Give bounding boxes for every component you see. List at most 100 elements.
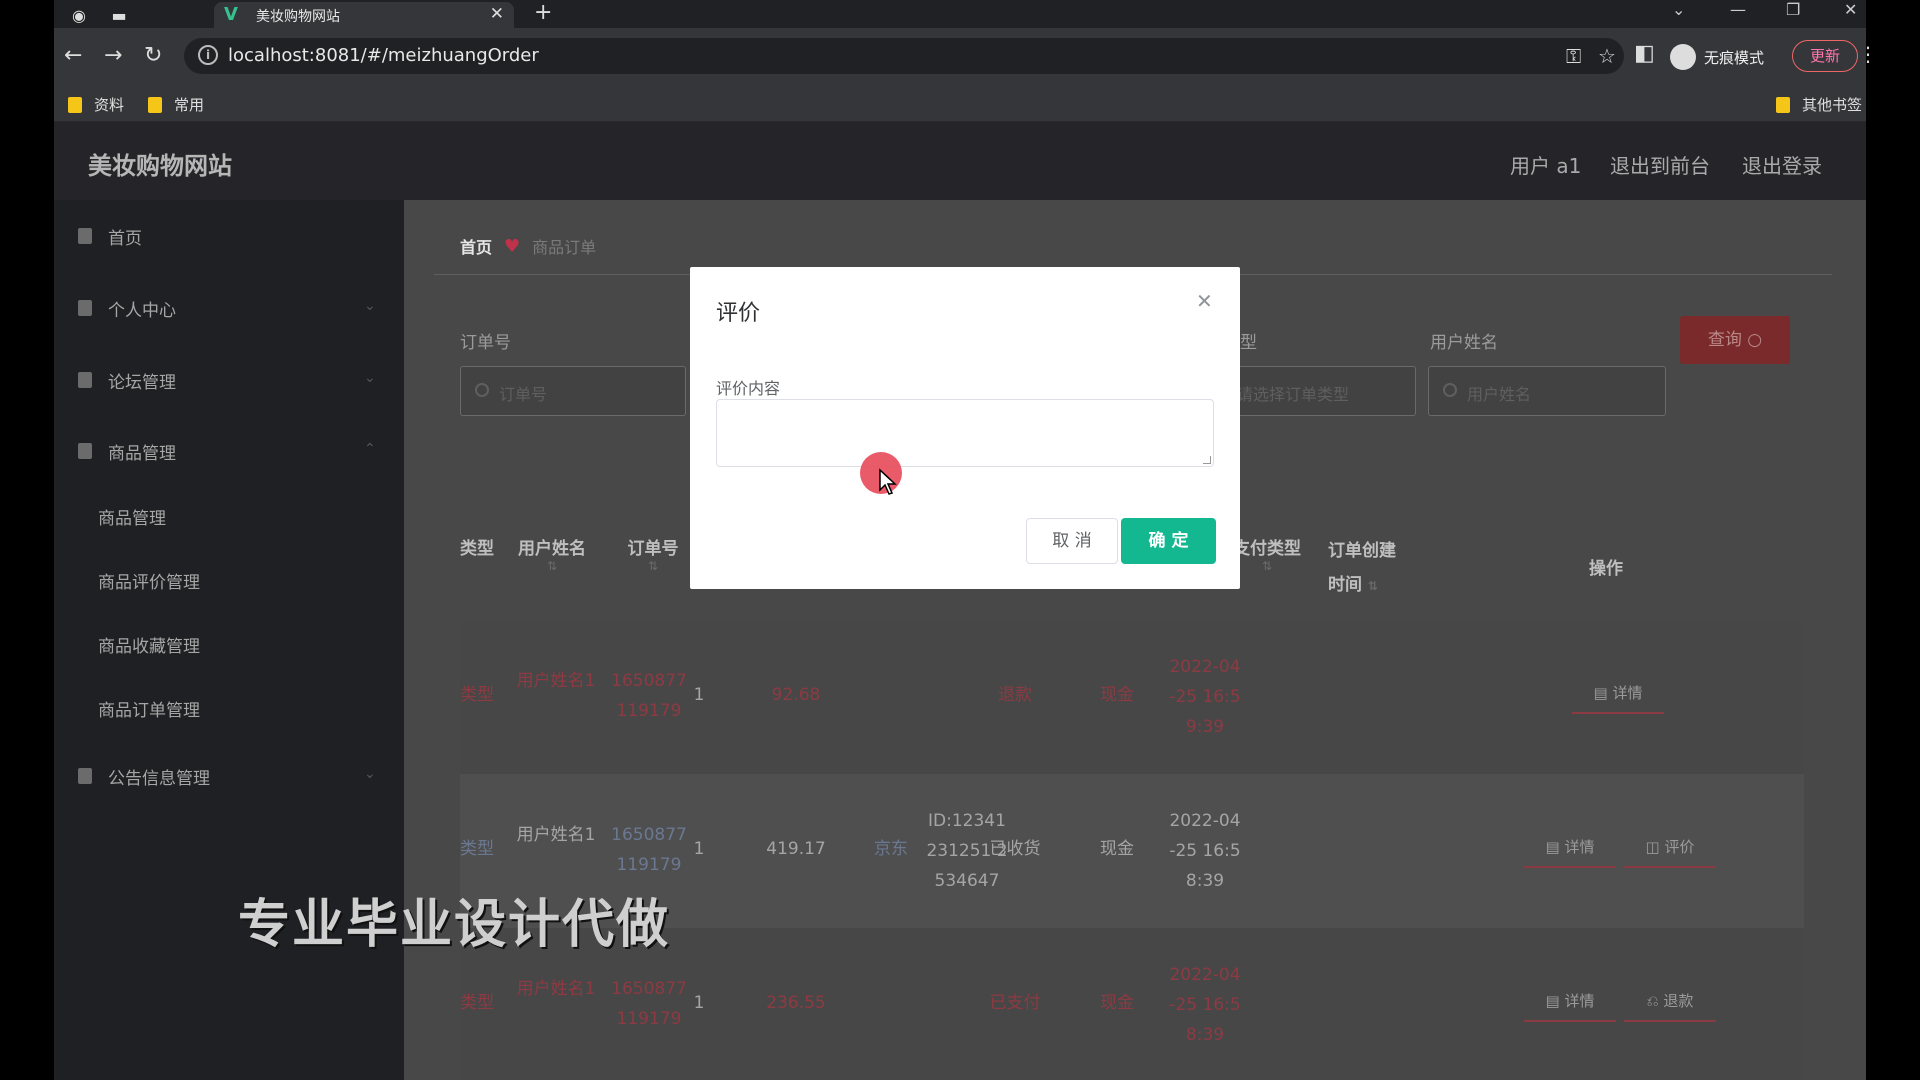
- sidebar-item-profile[interactable]: 个人中心: [78, 294, 176, 322]
- tab-search-icon[interactable]: ⌄: [1672, 0, 1685, 19]
- cell-pay: 现金: [1100, 685, 1134, 705]
- search-icon: [1443, 383, 1457, 397]
- cell-status: 退款: [998, 685, 1032, 705]
- breadcrumb-current: 商品订单: [532, 238, 597, 257]
- resize-handle[interactable]: [1203, 456, 1211, 464]
- minimize-icon[interactable]: —: [1730, 0, 1746, 19]
- notice-icon: [78, 768, 92, 784]
- bookmark-folder[interactable]: 常用: [148, 94, 204, 115]
- watermark-text: 专业毕业设计代做: [238, 895, 671, 955]
- cancel-button[interactable]: 取 消: [1026, 518, 1118, 564]
- cell-price: 419.17: [766, 839, 826, 859]
- reload-icon[interactable]: ↻: [144, 44, 162, 68]
- mouse-cursor-icon: [879, 468, 897, 495]
- restore-icon[interactable]: ❐: [1786, 0, 1800, 19]
- star-icon[interactable]: ☆: [1598, 44, 1616, 68]
- address-bar[interactable]: i localhost:8081/#/meizhuangOrder ⚿ ☆: [184, 38, 1624, 74]
- new-tab-icon[interactable]: +: [534, 0, 552, 25]
- user-name: 用户 a1: [1510, 154, 1582, 178]
- window-icon[interactable]: ▬: [108, 4, 130, 26]
- bookmark-folder[interactable]: 资料: [68, 94, 124, 115]
- breadcrumb-home[interactable]: 首页: [460, 234, 492, 258]
- heart-icon: ♥: [504, 235, 521, 257]
- bookmark-label: 资料: [94, 96, 125, 114]
- sidebar-item-label: 论坛管理: [108, 372, 176, 393]
- tab-close-icon[interactable]: ✕: [490, 4, 504, 24]
- sidebar-item-products[interactable]: 商品管理: [78, 437, 176, 465]
- dialog-title: 评价: [716, 301, 761, 326]
- key-icon[interactable]: ⚿: [1566, 44, 1581, 68]
- cell-time: 2022-04-25 16:59:39: [1169, 657, 1241, 737]
- order-no-input[interactable]: 订单号: [460, 366, 686, 416]
- th-ops: 操作: [1589, 559, 1623, 579]
- cell-status: 已收货: [989, 839, 1041, 859]
- detail-button[interactable]: ▤ 详情: [1524, 828, 1616, 868]
- username-input[interactable]: 用户姓名: [1428, 366, 1666, 416]
- detail-button[interactable]: ▤ 详情: [1572, 674, 1664, 714]
- to-front-link[interactable]: 退出到前台: [1610, 150, 1710, 179]
- info-icon[interactable]: i: [198, 45, 218, 65]
- bookmarks-bar: 资料 常用 其他书签: [54, 86, 1866, 122]
- sidebar-sub-orders[interactable]: 商品订单管理: [98, 696, 200, 721]
- close-icon[interactable]: ✕: [1196, 289, 1213, 313]
- confirm-button[interactable]: 确 定: [1121, 518, 1216, 564]
- refund-button[interactable]: ⎌ 退款: [1624, 982, 1716, 1022]
- sidebar-item-label: 首页: [108, 228, 142, 249]
- bookmark-label: 常用: [174, 96, 205, 114]
- other-bookmarks[interactable]: 其他书签: [1776, 94, 1862, 115]
- cell-time: 2022-04-25 16:58:39: [1169, 811, 1241, 891]
- query-label: 查询: [1707, 330, 1742, 350]
- query-button[interactable]: 查询 ○: [1680, 316, 1790, 364]
- logout-link[interactable]: 退出登录: [1742, 150, 1822, 179]
- review-content-textarea[interactable]: [716, 399, 1214, 467]
- review-button[interactable]: ◫ 评价: [1624, 828, 1716, 868]
- browser-tabbar: ◉ ▬ V 美妆购物网站 ✕ + ⌄ — ❐ ✕: [54, 0, 1866, 28]
- chrome-icon[interactable]: ◉: [68, 4, 90, 26]
- sidebar-item-notices[interactable]: 公告信息管理: [78, 762, 210, 790]
- table-row: 类型 用户姓名1 1650877119179 1 92.68 退款 现金 202…: [460, 620, 1804, 774]
- sidebar-sub-products[interactable]: 商品管理: [98, 504, 166, 529]
- cell-status: 已支付: [989, 993, 1041, 1013]
- site-logo[interactable]: 美妆购物网站: [88, 146, 232, 181]
- th-username[interactable]: 用户姓名 ⇅: [512, 534, 592, 573]
- cell-pay: 现金: [1100, 839, 1134, 859]
- url-text: localhost:8081/#/meizhuangOrder: [228, 45, 539, 66]
- forward-icon[interactable]: →: [104, 44, 122, 68]
- incognito-indicator[interactable]: 无痕模式: [1670, 44, 1764, 70]
- cell-pay: 现金: [1100, 993, 1134, 1013]
- incognito-label: 无痕模式: [1704, 48, 1765, 67]
- sidebar-sub-favorites[interactable]: 商品收藏管理: [98, 632, 200, 657]
- th-type: 类型: [460, 539, 494, 559]
- sidebar-sub-reviews[interactable]: 商品评价管理: [98, 568, 200, 593]
- update-button[interactable]: 更新: [1792, 40, 1858, 72]
- sidebar-item-home[interactable]: 首页: [78, 222, 142, 250]
- cell-username: 用户姓名1: [516, 671, 596, 691]
- chevron-up-icon: ⌃: [364, 441, 376, 457]
- th-order-no[interactable]: 订单号 ⇅: [618, 534, 688, 573]
- cell-price: 236.55: [766, 993, 826, 1013]
- th-created[interactable]: 订单创建 时间 ⇅: [1328, 534, 1410, 603]
- detail-button[interactable]: ▤ 详情: [1524, 982, 1616, 1022]
- vue-favicon-icon: V: [224, 4, 238, 25]
- home-icon: [78, 228, 92, 244]
- username-label: 用户姓名: [1430, 333, 1498, 353]
- cell-qty: 1: [693, 993, 705, 1013]
- window-close-icon[interactable]: ✕: [1844, 0, 1857, 19]
- browser-tab[interactable]: V 美妆购物网站 ✕: [214, 2, 514, 28]
- order-no-placeholder: 订单号: [499, 385, 548, 404]
- cell-time: 2022-04-25 16:58:39: [1169, 965, 1241, 1045]
- order-no-label: 订单号: [460, 333, 511, 353]
- order-type-select[interactable]: 请选择订单类型: [1220, 366, 1416, 416]
- cell-username: 用户姓名1: [516, 825, 596, 845]
- cell-price: 92.68: [771, 685, 821, 705]
- cell-username: 用户姓名1: [516, 979, 596, 999]
- sidebar-item-forum[interactable]: 论坛管理: [78, 366, 176, 394]
- menu-kebab-icon[interactable]: ⋮: [1858, 42, 1878, 66]
- cell-type: 类型: [460, 993, 494, 1013]
- screen: ◉ ▬ V 美妆购物网站 ✕ + ⌄ — ❐ ✕ ← → ↻ i localho…: [0, 0, 1920, 1080]
- sidebar-item-label: 商品管理: [108, 443, 176, 464]
- back-icon[interactable]: ←: [64, 44, 82, 68]
- briefcase-icon: [78, 372, 92, 388]
- cell-order-no: 1650877119179: [611, 671, 687, 721]
- sidepanel-icon[interactable]: ◧: [1634, 42, 1655, 66]
